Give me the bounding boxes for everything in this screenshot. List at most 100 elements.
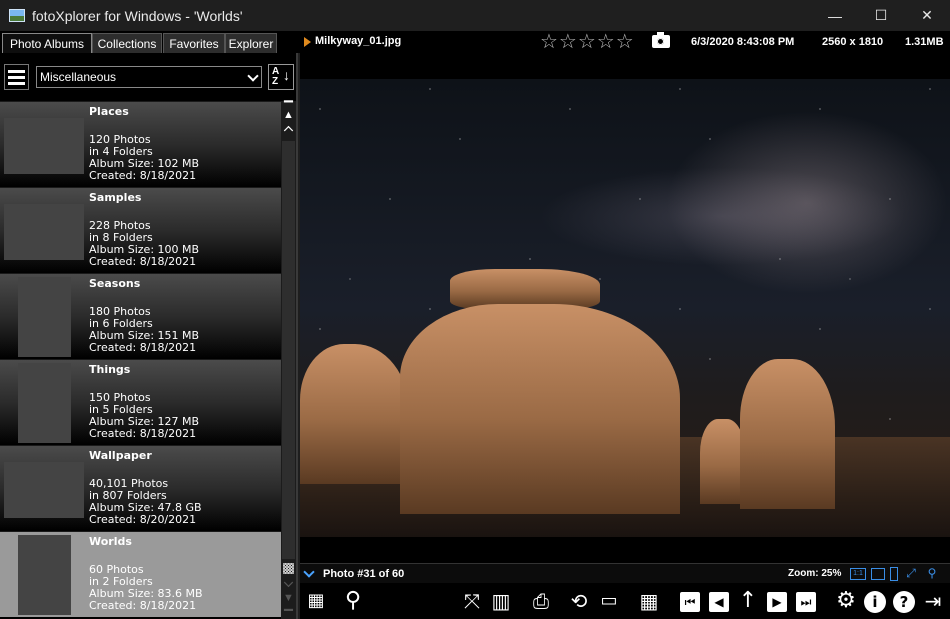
zoom-search-icon[interactable]: ⚲: [924, 567, 940, 580]
album-created: Created: 8/20/2021: [89, 513, 197, 526]
album-meta: 60 Photos in 2 Folders Album Size: 83.6 …: [89, 564, 203, 612]
album-item-wallpaper[interactable]: Wallpaper 40,101 Photos in 807 Folders A…: [0, 445, 281, 531]
album-item-places[interactable]: Places 120 Photos in 4 Folders Album Siz…: [0, 101, 281, 187]
slideshow-grid-icon[interactable]: ▦: [303, 587, 329, 615]
window-controls: — ☐ ✕: [812, 0, 950, 31]
scroll-up-icon[interactable]: [283, 125, 294, 136]
zoom-1to1-icon[interactable]: 1:1: [850, 568, 866, 580]
print-icon[interactable]: ⎙: [528, 587, 554, 615]
play-icon[interactable]: [304, 37, 311, 47]
category-select[interactable]: Miscellaneous: [36, 66, 262, 88]
sort-arrow-icon: ↓: [283, 67, 290, 83]
rotate-icon[interactable]: ⟲: [566, 587, 592, 615]
photo-filename: Milkyway_01.jpg: [315, 35, 402, 47]
title-bar: fotoXplorer for Windows - 'Worlds' — ☐ ✕: [0, 0, 950, 31]
tab-explorer[interactable]: Explorer: [225, 33, 277, 53]
up-icon[interactable]: ↑: [735, 587, 761, 615]
grid-view-icon[interactable]: [283, 563, 294, 574]
window-title: fotoXplorer for Windows - 'Worlds': [32, 7, 243, 24]
first-icon[interactable]: ⏮: [680, 592, 700, 612]
prev-icon[interactable]: ◀: [709, 592, 729, 612]
album-name: Worlds: [89, 535, 132, 548]
menu-bar-icon: [8, 76, 25, 79]
album-meta: 180 Photos in 6 Folders Album Size: 151 …: [89, 306, 199, 354]
album-thumbnail: [18, 535, 71, 615]
album-thumbnail: [4, 204, 84, 260]
zoom-controls: 1:1 ⤢ ⚲: [850, 567, 940, 581]
album-meta: 120 Photos in 4 Folders Album Size: 102 …: [89, 134, 199, 182]
album-item-worlds[interactable]: Worlds 60 Photos in 2 Folders Album Size…: [0, 531, 281, 617]
maximize-button[interactable]: ☐: [858, 0, 904, 31]
photo-datetime: 6/3/2020 8:43:08 PM: [691, 36, 795, 48]
main-photo: [300, 79, 950, 537]
photo-rock-cap: [450, 269, 600, 309]
album-scrollbar[interactable]: ▔ ▲ ▼ ▁: [281, 101, 296, 619]
photo-rock-left: [300, 344, 410, 484]
photo-number: Photo #31 of 60: [323, 568, 405, 580]
album-item-things[interactable]: Things 150 Photos in 5 Folders Album Siz…: [0, 359, 281, 445]
photo-rock-small: [700, 419, 745, 504]
bottom-toolbar: ▦ ⚲ ⤧ ▥ ⎙ ⟲ ▭ ▦ ⏮ ◀ ↑ ▶ ⏭ ⚙ i ? ⇥: [300, 583, 950, 619]
album-meta: 228 Photos in 8 Folders Album Size: 100 …: [89, 220, 199, 268]
album-created: Created: 8/18/2021: [89, 341, 197, 354]
zoom-level: Zoom: 25%: [788, 568, 842, 579]
sort-az-button[interactable]: A Z ↓: [268, 64, 294, 90]
next-icon[interactable]: ▶: [767, 592, 787, 612]
album-created: Created: 8/18/2021: [89, 427, 197, 440]
album-meta: 150 Photos in 5 Folders Album Size: 127 …: [89, 392, 199, 440]
scrollbar-thumb[interactable]: [282, 141, 295, 559]
album-created: Created: 8/18/2021: [89, 255, 197, 268]
photo-rock-main: [400, 304, 680, 514]
tab-photo-albums[interactable]: Photo Albums: [2, 33, 92, 53]
status-bar: Photo #31 of 60 Zoom: 25% 1:1 ⤢ ⚲: [300, 563, 950, 583]
album-name: Seasons: [89, 277, 141, 290]
menu-bar-icon: [8, 82, 25, 85]
info-icon[interactable]: i: [864, 591, 886, 613]
album-name: Wallpaper: [89, 449, 152, 462]
tab-bar: Photo Albums Collections Favorites Explo…: [0, 31, 950, 53]
chevron-down-icon: [247, 70, 259, 82]
album-thumbnail: [4, 462, 84, 518]
album-panel: Miscellaneous A Z ↓ Places 120 Photos in…: [0, 53, 298, 619]
close-button[interactable]: ✕: [904, 0, 950, 31]
scroll-down-icon[interactable]: [283, 577, 294, 588]
fullscreen-icon[interactable]: ⤧: [459, 587, 485, 615]
album-created: Created: 8/18/2021: [89, 599, 197, 612]
fit-height-icon[interactable]: [890, 567, 898, 581]
grid-icon[interactable]: ▦: [636, 587, 662, 615]
album-name: Samples: [89, 191, 142, 204]
photo-dimensions: 2560 x 1810: [822, 36, 884, 48]
album-thumbnail: [4, 118, 84, 174]
film-icon[interactable]: ▥: [488, 587, 514, 615]
rating-stars[interactable]: ☆☆☆☆☆: [540, 31, 635, 53]
photo-rock-right: [740, 359, 835, 509]
album-thumbnail: [18, 277, 71, 357]
fit-screen-icon[interactable]: ⤢: [903, 567, 919, 580]
scroll-to-bottom-icon[interactable]: ▼ ▁: [283, 593, 294, 611]
app-logo-icon: [9, 9, 25, 22]
exit-icon[interactable]: ⇥: [920, 587, 946, 615]
photo-filesize: 1.31MB: [905, 36, 944, 48]
album-name: Things: [89, 363, 131, 376]
album-item-samples[interactable]: Samples 228 Photos in 8 Folders Album Si…: [0, 187, 281, 273]
last-icon[interactable]: ⏭: [796, 592, 816, 612]
image-folder-icon[interactable]: ▭: [596, 587, 622, 615]
album-created: Created: 8/18/2021: [89, 169, 197, 182]
scroll-to-top-icon[interactable]: ▔ ▲: [283, 103, 294, 121]
album-list: Places 120 Photos in 4 Folders Album Siz…: [0, 101, 281, 617]
settings-icon[interactable]: ⚙: [833, 587, 859, 615]
menu-button[interactable]: [4, 64, 29, 90]
minimize-button[interactable]: —: [812, 0, 858, 31]
album-name: Places: [89, 105, 129, 118]
camera-icon[interactable]: [652, 32, 670, 48]
help-icon[interactable]: ?: [893, 591, 915, 613]
search-icon[interactable]: ⚲: [340, 587, 366, 615]
tab-collections[interactable]: Collections: [92, 33, 162, 53]
album-thumbnail: [18, 363, 71, 443]
album-meta: 40,101 Photos in 807 Folders Album Size:…: [89, 478, 202, 526]
album-item-seasons[interactable]: Seasons 180 Photos in 6 Folders Album Si…: [0, 273, 281, 359]
photo-viewer[interactable]: [300, 53, 950, 563]
tab-favorites[interactable]: Favorites: [163, 33, 225, 53]
chevron-down-icon[interactable]: [303, 566, 315, 578]
fit-width-icon[interactable]: [871, 568, 885, 580]
